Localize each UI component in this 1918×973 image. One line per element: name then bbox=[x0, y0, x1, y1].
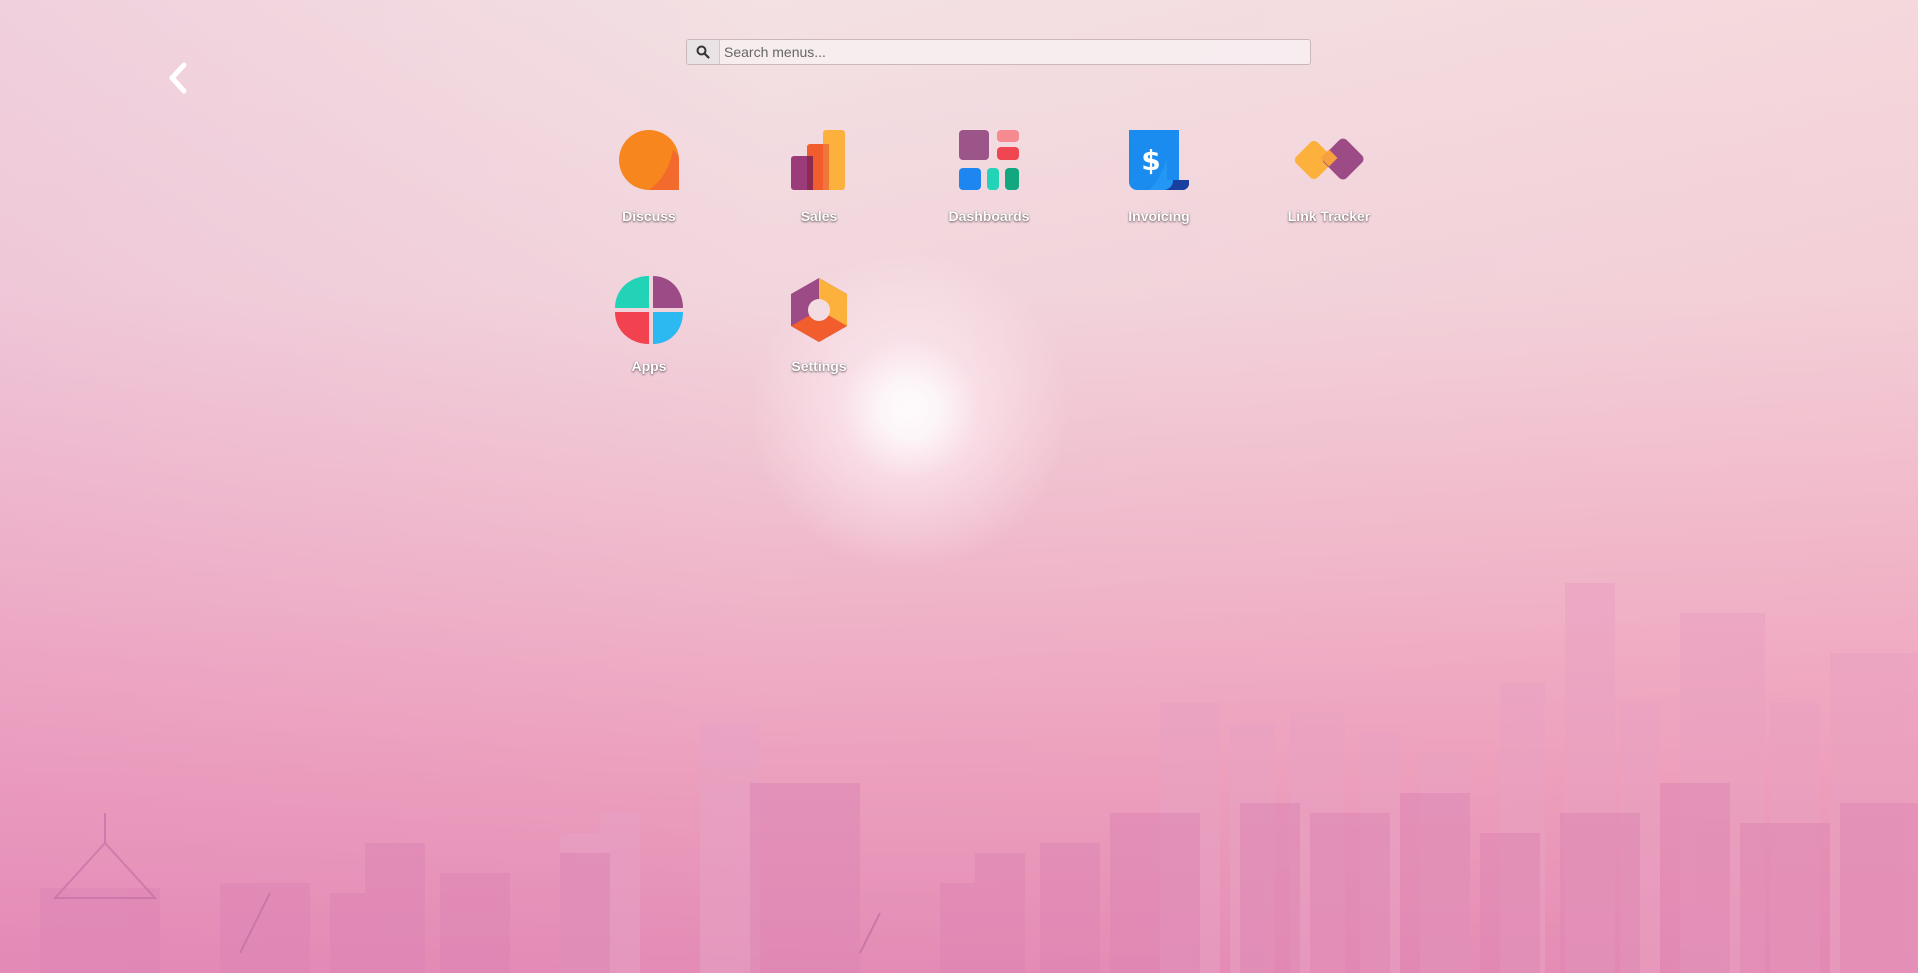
sales-icon bbox=[791, 130, 845, 190]
link-tracker-icon bbox=[1294, 138, 1364, 180]
city-skyline-background bbox=[40, 583, 1918, 973]
app-tile-apps[interactable]: Apps bbox=[564, 262, 734, 412]
back-button[interactable] bbox=[162, 60, 194, 96]
apps-grid: Discuss Sales Dashboards $ Invoicing Lin… bbox=[564, 112, 1424, 412]
app-tile-settings[interactable]: Settings bbox=[734, 262, 904, 412]
app-label-settings: Settings bbox=[791, 358, 847, 374]
app-tile-sales[interactable]: Sales bbox=[734, 112, 904, 262]
search-icon-container[interactable] bbox=[687, 40, 720, 64]
app-label-apps: Apps bbox=[631, 358, 667, 374]
discuss-icon bbox=[619, 130, 679, 190]
apps-icon bbox=[615, 276, 683, 344]
invoicing-icon: $ bbox=[1129, 130, 1189, 190]
home-menu-page: Discuss Sales Dashboards bbox=[0, 0, 1918, 973]
app-tile-discuss[interactable]: Discuss bbox=[564, 112, 734, 262]
app-label-sales: Sales bbox=[800, 208, 838, 224]
search-input[interactable] bbox=[720, 41, 1310, 63]
search-bar bbox=[686, 39, 1311, 65]
app-label-dashboards: Dashboards bbox=[948, 208, 1030, 224]
app-tile-dashboards[interactable]: Dashboards bbox=[904, 112, 1074, 262]
app-label-discuss: Discuss bbox=[622, 208, 676, 224]
app-tile-link-tracker[interactable]: Link Tracker bbox=[1244, 112, 1414, 262]
app-label-invoicing: Invoicing bbox=[1128, 208, 1190, 224]
chevron-left-icon bbox=[169, 62, 187, 94]
dashboards-icon bbox=[959, 130, 1019, 190]
app-tile-invoicing[interactable]: $ Invoicing bbox=[1074, 112, 1244, 262]
app-label-link-tracker: Link Tracker bbox=[1287, 208, 1371, 224]
search-icon bbox=[696, 45, 710, 59]
settings-icon bbox=[791, 278, 847, 342]
svg-text:$: $ bbox=[1141, 144, 1160, 177]
